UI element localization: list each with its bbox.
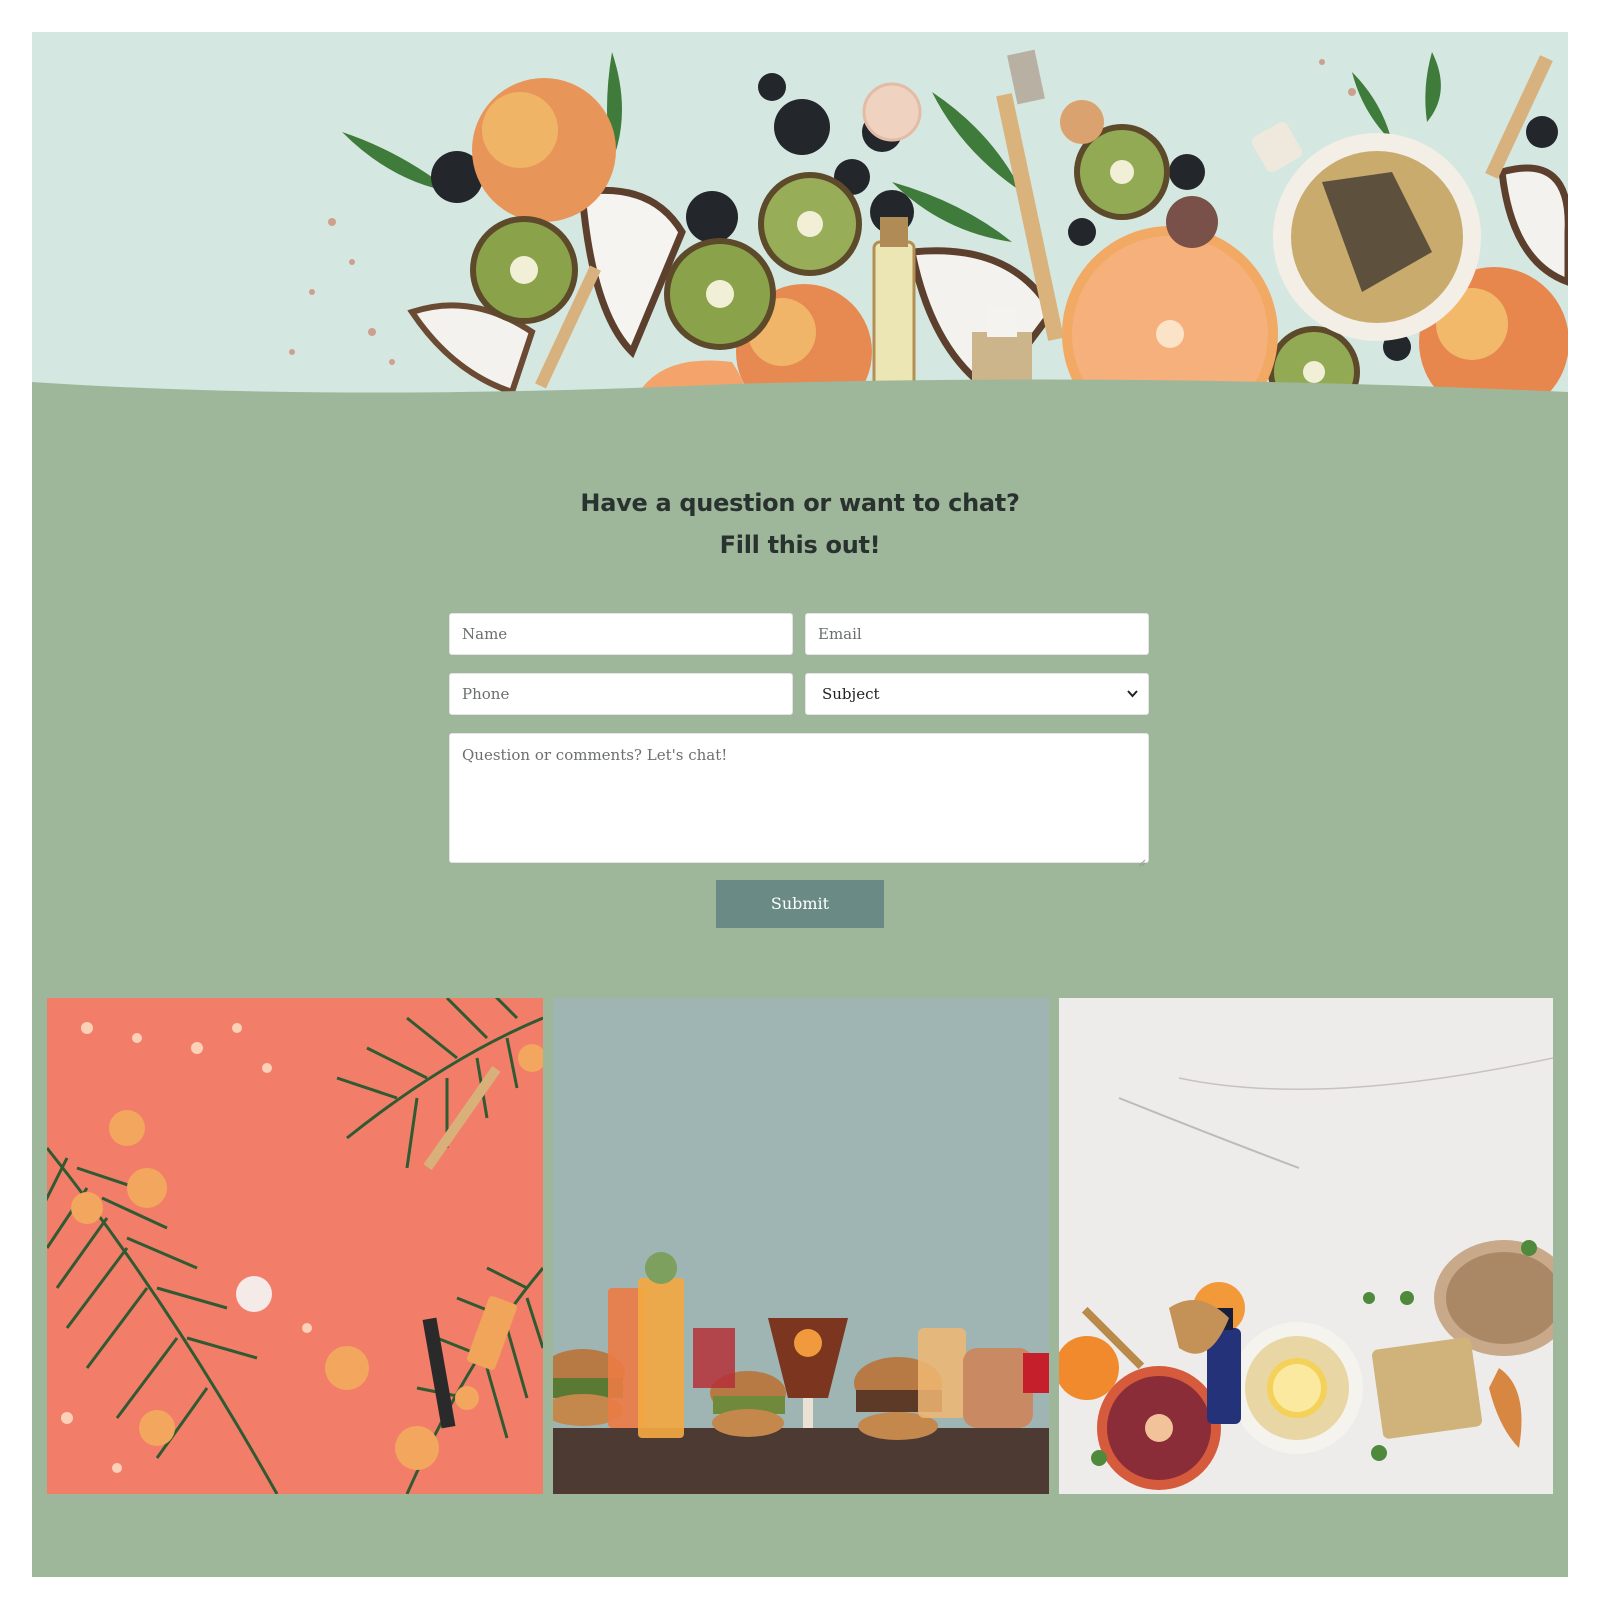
phone-placeholder: Phone <box>462 685 510 703</box>
name-input[interactable]: Name <box>449 613 793 655</box>
comments-textarea[interactable]: Question or comments? Let's chat! <box>449 733 1149 867</box>
phone-input[interactable]: Phone <box>449 673 793 715</box>
form-heading-line-1: Have a question or want to chat? <box>580 489 1020 517</box>
resize-handle-icon[interactable] <box>1137 851 1146 867</box>
subject-selected-value: Subject <box>822 685 880 703</box>
hero-image <box>32 32 1568 407</box>
form-heading: Have a question or want to chat? Fill th… <box>32 482 1568 566</box>
name-placeholder: Name <box>462 625 508 643</box>
gallery-image-coral-flowers <box>47 998 543 1494</box>
subject-select[interactable]: Subject <box>805 673 1149 715</box>
form-heading-line-2: Fill this out! <box>719 531 881 559</box>
email-placeholder: Email <box>818 625 862 643</box>
gallery-image-burgers-cocktails <box>553 998 1049 1494</box>
contact-form: Have a question or want to chat? Fill th… <box>32 482 1568 928</box>
chevron-down-icon <box>1127 674 1138 730</box>
gallery-image-tea-citrus <box>1059 998 1553 1494</box>
submit-button[interactable]: Submit <box>716 880 884 928</box>
page-frame: Have a question or want to chat? Fill th… <box>32 32 1568 1577</box>
comments-placeholder: Question or comments? Let's chat! <box>462 746 728 764</box>
email-input[interactable]: Email <box>805 613 1149 655</box>
